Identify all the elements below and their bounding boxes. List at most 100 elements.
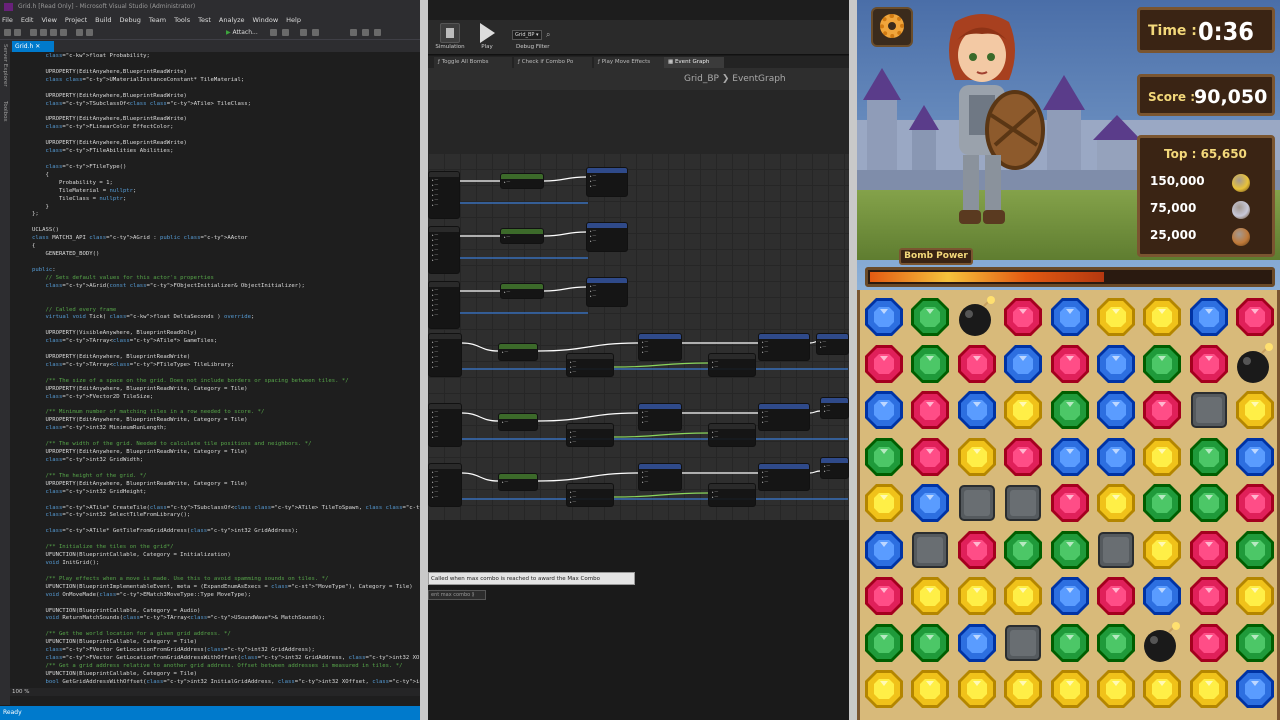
yellow-gem[interactable] — [1141, 296, 1183, 338]
node-pin[interactable]: ▸ ── — [642, 350, 681, 354]
tab-toggle-all-bombs[interactable]: ƒ Toggle All Bombs — [434, 57, 512, 68]
node-pin[interactable]: ▸ ── — [824, 464, 848, 468]
code-line[interactable]: class="c-ty">ATile* CreateTile(class="c-… — [32, 505, 420, 513]
tab-check-if-combo[interactable]: ƒ Check if Combo Po — [514, 57, 592, 68]
red-gem[interactable] — [909, 389, 951, 431]
red-gem[interactable] — [863, 343, 905, 385]
code-line[interactable]: UPROPERTY(EditAnywhere,BlueprintReadWrit… — [32, 140, 420, 148]
node-pin[interactable]: ▸ ── — [432, 480, 461, 484]
blue-gem[interactable] — [1049, 575, 1091, 617]
node-pin[interactable]: ▸ ── — [432, 425, 461, 429]
code-line[interactable]: UFUNCTION(BlueprintCallable, Category = … — [32, 671, 420, 679]
node-pin[interactable]: ▸ ── — [762, 470, 809, 474]
node-pin[interactable]: ▸ ── — [642, 340, 681, 344]
code-line[interactable]: bool GetGridAddressWithOffset(class="c-t… — [32, 679, 420, 685]
code-line[interactable]: UPROPERTY(EditAnywhere,BlueprintReadWrit… — [32, 69, 420, 77]
yellow-gem[interactable] — [1002, 389, 1044, 431]
node-pin[interactable]: ▸ ── — [642, 470, 681, 474]
blue-gem[interactable] — [1095, 436, 1137, 478]
green-gem[interactable] — [1002, 529, 1044, 571]
node-pin[interactable]: ▸ ── — [712, 430, 755, 434]
code-line[interactable] — [32, 61, 420, 69]
blueprint-node[interactable]: ▸ ── ▸ ── ▸ ── — [586, 167, 628, 197]
blue-gem[interactable] — [1141, 575, 1183, 617]
node-pin[interactable]: ▸ ── — [570, 440, 613, 444]
node-pin[interactable]: ▸ ── — [570, 430, 613, 434]
menu-item[interactable]: Help — [286, 14, 301, 26]
green-gem[interactable] — [1049, 622, 1091, 664]
node-pin[interactable]: ▸ ── — [432, 430, 461, 434]
code-line[interactable]: // Sets default values for this actor's … — [32, 275, 420, 283]
toolbar-icon[interactable] — [312, 29, 319, 36]
code-line[interactable] — [32, 536, 420, 544]
node-pin[interactable]: ▸ ── — [642, 345, 681, 349]
red-gem[interactable] — [1188, 622, 1230, 664]
node-pin[interactable]: ▸ ── — [432, 233, 459, 237]
code-line[interactable] — [32, 259, 420, 267]
blueprint-node[interactable]: ▸ ── ▸ ── ▸ ── ▸ ── ▸ ── ▸ ── — [428, 226, 460, 274]
node-pin[interactable]: ▸ ── — [570, 500, 613, 504]
blocked-tile[interactable] — [1188, 389, 1230, 431]
yellow-gem[interactable] — [863, 668, 905, 710]
bomb-tile[interactable] — [956, 296, 998, 338]
node-pin[interactable]: ▸ ── — [432, 253, 459, 257]
node-pin[interactable]: ▸ ── — [712, 435, 755, 439]
code-line[interactable]: class="c-kw">float Probability; — [32, 53, 420, 61]
node-pin[interactable]: ▸ ── — [570, 495, 613, 499]
blueprint-node[interactable]: ▸ ── ▸ ── ▸ ── — [638, 403, 682, 431]
node-pin[interactable]: ▸ ── — [432, 298, 459, 302]
node-pin[interactable]: ▸ ── — [712, 360, 755, 364]
search-icon[interactable]: ⌕ — [546, 30, 550, 40]
code-line[interactable] — [32, 465, 420, 473]
node-pin[interactable]: ▸ ── — [432, 470, 461, 474]
tab-event-graph[interactable]: ▦ Event Graph — [664, 57, 724, 68]
node-pin[interactable]: ▸ ── — [504, 235, 543, 239]
tab-grid-h[interactable]: Grid.h ✕ — [12, 41, 54, 52]
blue-gem[interactable] — [863, 529, 905, 571]
node-pin[interactable]: ▸ ── — [590, 229, 627, 233]
node-pin[interactable]: ▸ ── — [590, 174, 627, 178]
blueprint-node[interactable]: ▸ ── — [498, 413, 538, 431]
menu-item[interactable]: Analyze — [219, 14, 245, 26]
code-line[interactable]: class class="c-ty">UMaterialInstanceCons… — [32, 77, 420, 85]
back-icon[interactable] — [4, 29, 11, 36]
red-gem[interactable] — [956, 343, 998, 385]
code-line[interactable]: /** The height of the grid. */ — [32, 473, 420, 481]
node-pin[interactable]: ▸ ── — [432, 495, 461, 499]
blue-gem[interactable] — [1095, 343, 1137, 385]
toolbar-icon[interactable] — [282, 29, 289, 36]
code-line[interactable]: UPROPERTY(EditAnywhere,BlueprintReadWrit… — [32, 93, 420, 101]
node-pin[interactable]: ▸ ── — [432, 340, 461, 344]
menu-item[interactable]: Project — [65, 14, 87, 26]
yellow-gem[interactable] — [1188, 668, 1230, 710]
node-pin[interactable]: ▸ ── — [762, 475, 809, 479]
node-pin[interactable]: ▸ ── — [642, 410, 681, 414]
code-line[interactable]: UPROPERTY(EditAnywhere, BlueprintReadWri… — [32, 449, 420, 457]
blueprint-node[interactable]: ▸ ── ▸ ── ▸ ── — [566, 353, 614, 377]
blueprint-node[interactable]: ▸ ── ▸ ── ▸ ── — [758, 463, 810, 491]
code-line[interactable]: UPROPERTY(VisibleAnywhere, BlueprintRead… — [32, 330, 420, 338]
forward-icon[interactable] — [14, 29, 21, 36]
code-line[interactable] — [32, 291, 420, 299]
code-line[interactable]: class="c-ty">FVector GetLocationFromGrid… — [32, 655, 420, 663]
code-line[interactable]: UPROPERTY(EditAnywhere, BlueprintReadWri… — [32, 417, 420, 425]
tab-play-move-effects[interactable]: ƒ Play Move Effects — [594, 57, 672, 68]
node-pin[interactable]: ▸ ── — [432, 188, 459, 192]
zoom-level[interactable]: 100 % — [12, 689, 29, 695]
blueprint-node[interactable]: ▸ ── ▸ ── — [708, 483, 756, 507]
attach-button[interactable]: Attach... — [226, 26, 258, 40]
blocked-tile[interactable] — [1002, 622, 1044, 664]
code-line[interactable]: void OnMoveMade(class="c-ty">EMatch3Move… — [32, 592, 420, 600]
blue-gem[interactable] — [863, 296, 905, 338]
menu-item[interactable]: Window — [253, 14, 279, 26]
yellow-gem[interactable] — [1234, 575, 1276, 617]
blueprint-node[interactable]: ▸ ── ▸ ── — [816, 333, 849, 355]
node-pin[interactable]: ▸ ── — [642, 475, 681, 479]
code-line[interactable]: TileClass = nullptr; — [32, 196, 420, 204]
green-gem[interactable] — [1095, 622, 1137, 664]
open-icon[interactable] — [40, 29, 47, 36]
yellow-gem[interactable] — [909, 668, 951, 710]
blue-gem[interactable] — [956, 622, 998, 664]
node-pin[interactable]: ▸ ── — [590, 294, 627, 298]
menu-item[interactable]: Debug — [120, 14, 141, 26]
